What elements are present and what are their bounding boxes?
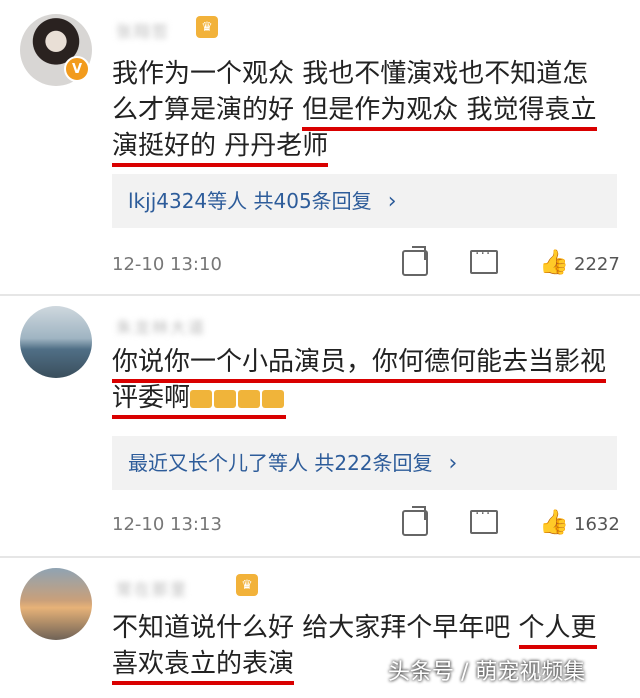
comment-line: 你说你一个小品演员，你何德何能去当影视: [112, 344, 617, 383]
underlined-text: 个人更: [518, 613, 597, 649]
reply-summary-box[interactable]: lkjj4324等人 共405条回复 ›: [112, 174, 617, 228]
underlined-text: 但是作为观众 我觉得袁立: [302, 95, 597, 131]
underlined-text: 评委啊: [112, 383, 287, 419]
comment-icon[interactable]: [470, 246, 498, 274]
comment-line: 不知道说什么好 给大家拜个早年吧 个人更: [112, 610, 617, 649]
comment-meta: 12-10 13:10 👍 2227: [112, 246, 622, 280]
username[interactable]: 张翔哲: [116, 18, 170, 41]
crown-icon: ♛: [236, 574, 258, 596]
share-icon[interactable]: [402, 510, 428, 536]
like-icon[interactable]: 👍: [539, 508, 569, 536]
timestamp: 12-10 13:10: [112, 254, 222, 275]
username[interactable]: 朱龙林大道: [116, 314, 206, 337]
avatar[interactable]: [20, 568, 92, 640]
comment-meta: 12-10 13:13 👍 1632: [112, 506, 622, 540]
comment-segment: 不知道说什么好 给大家拜个早年吧: [112, 613, 519, 643]
thumbs-down-emoji-icon: [238, 389, 261, 408]
thumbs-down-emoji-icon: [262, 389, 285, 408]
comment-text: 我作为一个观众 我也不懂演戏也不知道怎 么才算是演的好 但是作为观众 我觉得袁立…: [112, 56, 617, 167]
divider: [0, 294, 640, 296]
reply-summary-box[interactable]: 最近又长个儿了等人 共222条回复 ›: [112, 436, 617, 490]
verified-badge-icon: V: [64, 56, 90, 82]
comment-segment: 评委啊: [112, 383, 191, 413]
crown-icon: ♛: [196, 16, 218, 38]
reply-summary[interactable]: 最近又长个儿了等人 共222条回复: [128, 451, 433, 475]
comment-line: 我作为一个观众 我也不懂演戏也不知道怎: [112, 59, 589, 89]
like-count: 2227: [574, 254, 620, 275]
username[interactable]: 常在那里: [116, 576, 188, 599]
comment-text: 你说你一个小品演员，你何德何能去当影视 评委啊: [112, 344, 617, 419]
watermark: 头条号 / 萌宠视频集: [388, 660, 586, 685]
thumbs-down-emoji-icon: [190, 389, 213, 408]
underlined-text: 喜欢袁立的表演: [112, 649, 295, 685]
chevron-right-icon: ›: [448, 451, 458, 476]
reply-summary[interactable]: lkjj4324等人 共405条回复: [128, 189, 372, 213]
like-icon[interactable]: 👍: [539, 248, 569, 276]
comment-segment: 么才算是演的好: [112, 95, 303, 125]
avatar[interactable]: [20, 306, 92, 378]
comment-icon[interactable]: [470, 506, 498, 534]
divider: [0, 556, 640, 558]
share-icon[interactable]: [402, 250, 428, 276]
like-count: 1632: [574, 514, 620, 535]
comment-line: 评委啊: [112, 380, 617, 419]
comment-line: 演挺好的 丹丹老师: [112, 128, 617, 167]
underlined-text: 演挺好的 丹丹老师: [112, 131, 329, 167]
comment-line: 么才算是演的好 但是作为观众 我觉得袁立: [112, 92, 617, 131]
underlined-text: 你说你一个小品演员，你何德何能去当影视: [112, 347, 607, 383]
thumbs-down-emoji-icon: [214, 389, 237, 408]
chevron-right-icon: ›: [387, 189, 397, 214]
timestamp: 12-10 13:13: [112, 514, 222, 535]
